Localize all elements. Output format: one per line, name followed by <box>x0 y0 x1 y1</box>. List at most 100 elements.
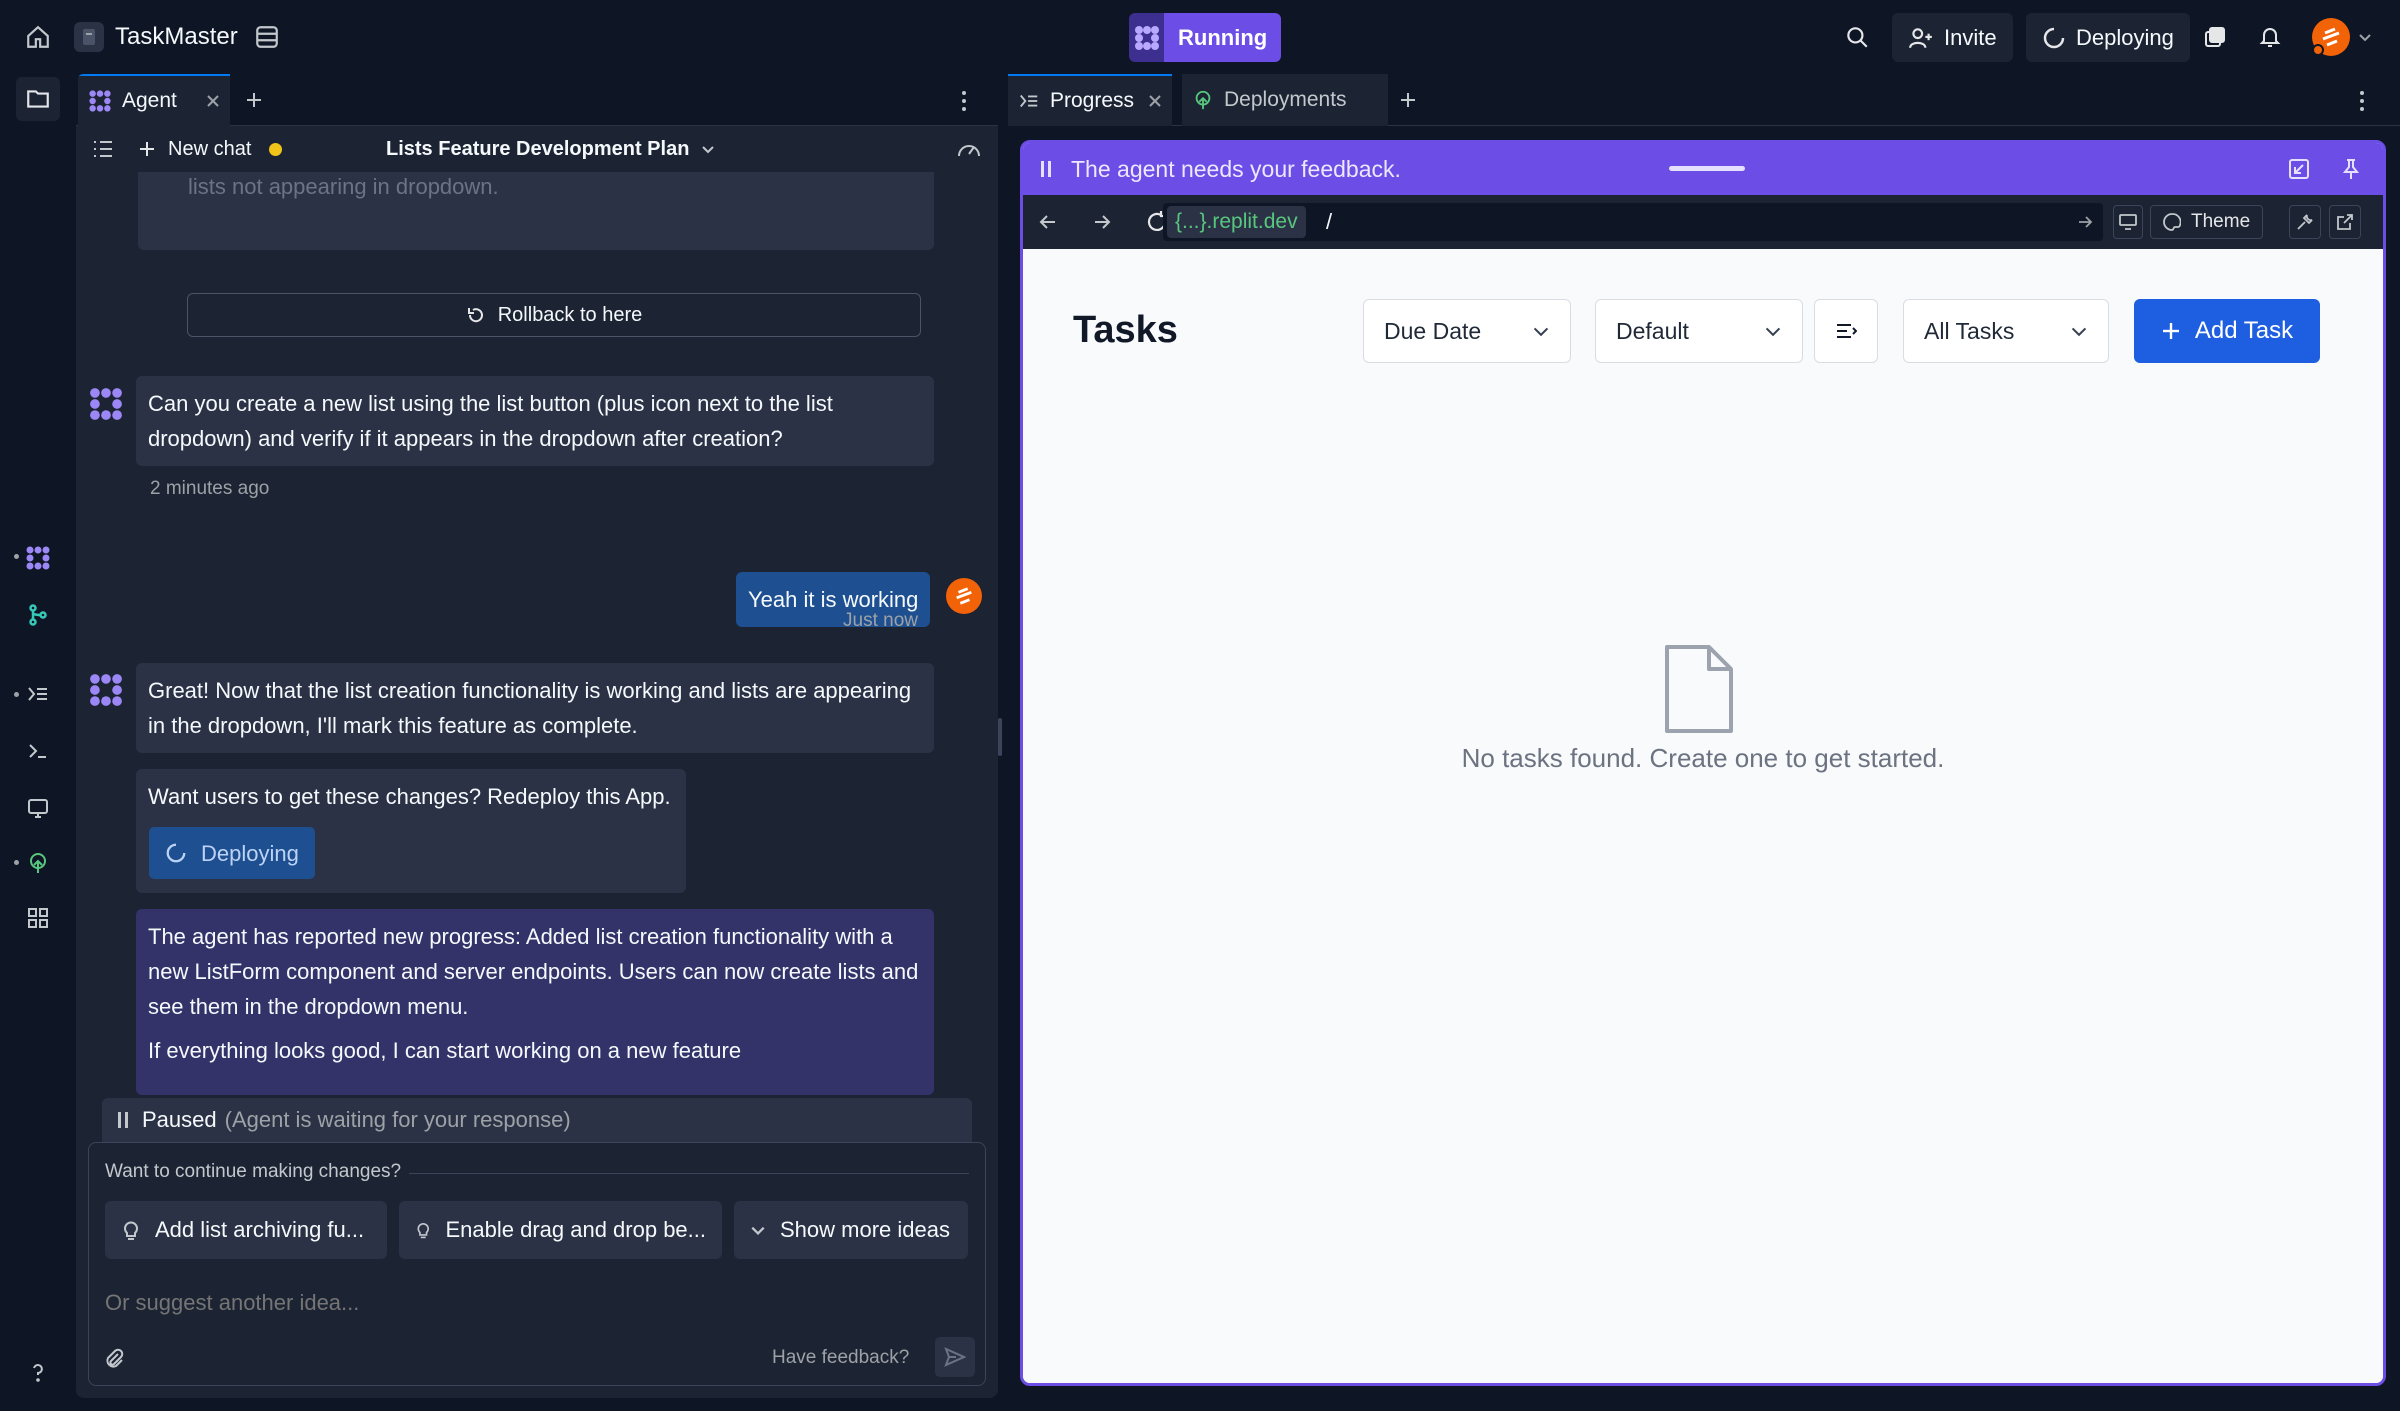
tab-deployments[interactable]: Deployments <box>1182 74 1388 126</box>
idea-chip[interactable]: Enable drag and drop be... <box>399 1201 722 1259</box>
files-icon[interactable] <box>16 77 60 121</box>
agent-tab-icon <box>89 90 111 112</box>
deploying-button[interactable]: Deploying <box>149 827 315 879</box>
plan-title-dropdown[interactable]: Lists Feature Development Plan <box>386 134 715 164</box>
app-icon[interactable] <box>74 22 104 52</box>
search-icon[interactable] <box>1837 17 1877 57</box>
deployments-icon <box>1195 90 1211 110</box>
order-select-value: Default <box>1616 317 1689 344</box>
show-more-ideas-button[interactable]: Show more ideas <box>734 1201 968 1259</box>
progress-report-text: The agent has reported new progress: Add… <box>148 924 919 1019</box>
forward-icon[interactable] <box>1091 211 1113 233</box>
url-domain-text: {...}.replit.dev <box>1175 210 1298 233</box>
more-options-icon[interactable] <box>2358 90 2366 112</box>
add-user-icon <box>1909 27 1932 48</box>
send-icon <box>944 1347 966 1367</box>
palette-icon <box>2163 213 2181 231</box>
chevron-down-icon <box>702 146 715 154</box>
app-name[interactable]: TaskMaster <box>115 23 238 51</box>
agent-icon[interactable] <box>18 538 58 578</box>
new-chat-button[interactable]: New chat <box>138 134 283 164</box>
idea-chip-label: Enable drag and drop be... <box>445 1217 706 1242</box>
agent-message: Can you create a new list using the list… <box>136 376 934 466</box>
send-button[interactable] <box>935 1337 975 1377</box>
tab-progress[interactable]: Progress <box>1008 74 1172 126</box>
feedback-link[interactable]: Have feedback? <box>772 1347 909 1369</box>
paused-status-bar: Paused (Agent is waiting for your respon… <box>102 1098 972 1142</box>
device-toggle-button[interactable] <box>2113 205 2143 239</box>
paused-label: Paused <box>142 1107 217 1132</box>
spinner-icon <box>2043 27 2065 48</box>
url-path[interactable]: / <box>1326 209 1332 235</box>
home-icon[interactable] <box>18 17 58 57</box>
minimize-icon[interactable] <box>2287 157 2311 181</box>
feedback-bar: The agent needs your feedback. <box>1023 143 2383 195</box>
lightbulb-icon <box>124 1221 138 1240</box>
new-tab-icon[interactable] <box>1398 90 1418 110</box>
git-icon[interactable] <box>18 595 58 635</box>
show-more-ideas-label: Show more ideas <box>780 1217 950 1242</box>
attach-icon[interactable] <box>103 1347 125 1371</box>
shell-icon[interactable] <box>18 731 58 771</box>
chevron-down-icon[interactable] <box>2358 30 2372 44</box>
left-rail <box>0 74 76 1411</box>
url-domain: {...}.replit.dev <box>1167 206 1306 238</box>
idea-chip-label: Add list archiving fu... <box>155 1217 365 1242</box>
invite-label: Invite <box>1944 24 1997 50</box>
close-icon[interactable] <box>1148 94 1162 108</box>
webview-icon[interactable] <box>18 788 58 828</box>
invite-button[interactable]: Invite <box>1892 13 2013 62</box>
progress-icon[interactable] <box>18 674 58 714</box>
page-title: Tasks <box>1073 309 1178 351</box>
composer-heading: Want to continue making changes? <box>105 1161 402 1182</box>
tab-deployments-label: Deployments <box>1224 88 1347 111</box>
sort-select[interactable]: Due Date <box>1363 299 1571 363</box>
composer: Want to continue making changes? Add lis… <box>88 1142 986 1386</box>
history-list-icon[interactable] <box>92 138 114 160</box>
run-button[interactable]: Running <box>1129 13 1282 62</box>
rollback-button[interactable]: Rollback to here <box>187 293 921 337</box>
close-icon[interactable] <box>206 94 220 108</box>
sort-lines-icon <box>1837 324 1857 338</box>
panel-resize-handle[interactable] <box>998 718 1002 756</box>
chevron-down-icon <box>751 1226 765 1236</box>
progress-followup-text: If everything looks good, I can start wo… <box>148 1038 742 1063</box>
drag-handle[interactable] <box>1669 166 1745 171</box>
message-timestamp: 2 minutes ago <box>150 478 270 499</box>
deploying-button[interactable]: Deploying <box>2026 13 2190 62</box>
filter-select[interactable]: All Tasks <box>1903 299 2109 363</box>
sort-direction-button[interactable] <box>1814 299 1878 363</box>
message-timestamp: Just now <box>843 610 918 631</box>
tab-agent-label: Agent <box>122 89 177 112</box>
all-tools-icon[interactable] <box>18 898 58 938</box>
bell-icon[interactable] <box>2250 17 2290 57</box>
deployments-icon[interactable] <box>18 843 58 883</box>
pin-icon[interactable] <box>2339 157 2363 181</box>
add-task-button[interactable]: Add Task <box>2134 299 2320 363</box>
idea-chip[interactable]: Add list archiving fu... <box>105 1201 387 1259</box>
feedback-text: The agent needs your feedback. <box>1071 156 1401 182</box>
theme-label: Theme <box>2191 211 2251 232</box>
usage-gauge-icon[interactable] <box>956 138 982 160</box>
order-select[interactable]: Default <box>1595 299 1803 363</box>
go-icon[interactable] <box>2077 214 2093 230</box>
new-tab-icon[interactable] <box>244 90 264 110</box>
url-bar: {...}.replit.dev / Theme <box>1023 195 2383 249</box>
tab-progress-label: Progress <box>1050 89 1135 112</box>
unsaved-dot <box>269 142 283 156</box>
database-icon[interactable] <box>247 17 287 57</box>
back-icon[interactable] <box>1037 211 1059 233</box>
idea-input[interactable] <box>105 1283 965 1323</box>
deploy-menu-icon[interactable] <box>2195 17 2235 57</box>
devtools-button[interactable] <box>2289 205 2321 239</box>
rollback-label: Rollback to here <box>497 303 643 326</box>
tab-agent[interactable]: Agent <box>78 74 230 126</box>
theme-button[interactable]: Theme <box>2150 205 2264 239</box>
help-icon[interactable] <box>18 1352 58 1392</box>
redeploy-prompt: Want users to get these changes? Redeplo… <box>148 784 671 809</box>
open-new-tab-button[interactable] <box>2329 205 2361 239</box>
progress-report-card: The agent has reported new progress: Add… <box>136 909 934 1095</box>
deploying-label: Deploying <box>2076 24 2174 50</box>
more-options-icon[interactable] <box>960 90 968 112</box>
empty-state-message: No tasks found. Create one to get starte… <box>1461 743 1945 773</box>
